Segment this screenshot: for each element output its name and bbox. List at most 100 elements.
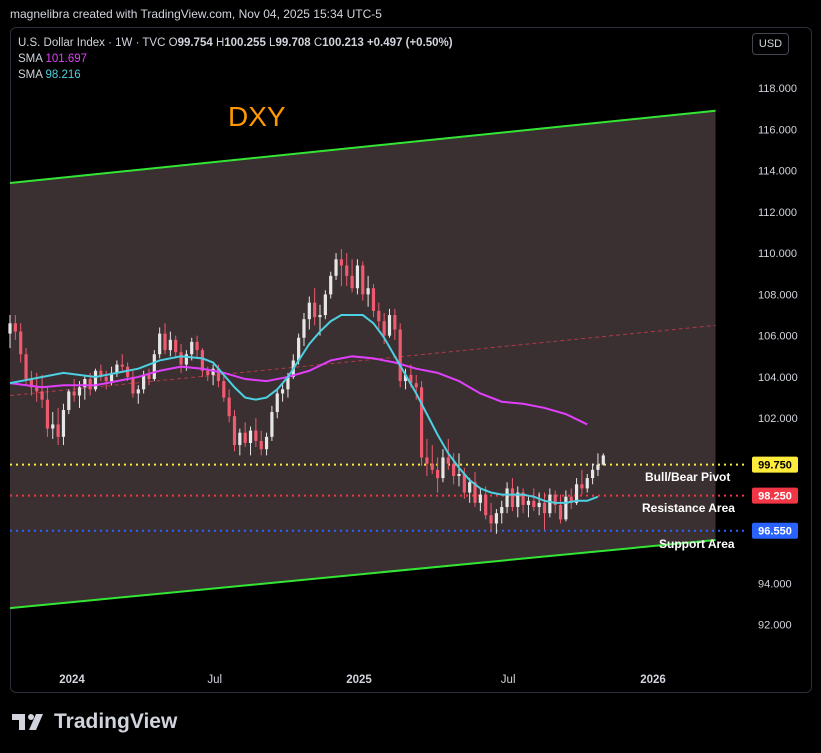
candle-body bbox=[232, 416, 237, 446]
level-name-2: Support Area bbox=[659, 537, 735, 551]
candle-body bbox=[452, 463, 456, 477]
candle-body bbox=[500, 506, 504, 514]
candle-body bbox=[398, 329, 402, 382]
candle-body bbox=[93, 370, 98, 390]
tradingview-logo[interactable]: TradingView bbox=[12, 710, 177, 734]
candle-body bbox=[361, 265, 365, 295]
candle-body bbox=[280, 389, 285, 394]
x-tick-label: 2024 bbox=[59, 674, 85, 686]
symbol-label: U.S. Dollar Index · 1W · TVC bbox=[18, 37, 166, 49]
candle-body bbox=[526, 500, 531, 505]
close-key: C bbox=[313, 37, 323, 49]
candle bbox=[398, 323, 402, 388]
candle-body bbox=[51, 424, 55, 429]
open-value: 99.754 bbox=[177, 37, 213, 49]
candle bbox=[419, 381, 424, 466]
candle-body bbox=[558, 504, 563, 520]
candle-body bbox=[238, 432, 242, 446]
candle-body bbox=[596, 464, 600, 470]
candle-body bbox=[580, 484, 584, 489]
y-tick-label: 102.000 bbox=[758, 413, 798, 425]
candle bbox=[323, 290, 327, 320]
candle-body bbox=[163, 333, 167, 351]
candle-body bbox=[537, 502, 541, 507]
high-value: 100.255 bbox=[224, 37, 266, 49]
price-badge-text-1: 98.250 bbox=[758, 491, 792, 503]
candle-body bbox=[8, 323, 12, 334]
candle-body bbox=[377, 310, 381, 322]
y-tick-label: 112.000 bbox=[758, 207, 797, 219]
channel-fill bbox=[10, 110, 716, 609]
candle-body bbox=[56, 424, 60, 437]
x-tick-label: Jul bbox=[207, 674, 222, 686]
x-tick-label: 2026 bbox=[640, 674, 666, 686]
candle-body bbox=[489, 515, 493, 524]
candle-body bbox=[222, 381, 226, 398]
change-value: +0.497 (+0.50%) bbox=[366, 37, 453, 49]
candle-body bbox=[270, 412, 274, 437]
candle-body bbox=[446, 457, 450, 464]
close-value: 100.213 bbox=[322, 37, 364, 49]
candle-body bbox=[350, 275, 354, 289]
candle-body bbox=[366, 288, 370, 295]
candle-body bbox=[254, 430, 258, 441]
level-name-0: Bull/Bear Pivot bbox=[645, 470, 730, 484]
candle-body bbox=[505, 488, 509, 507]
candle-body bbox=[323, 294, 327, 316]
candle-body bbox=[206, 370, 210, 375]
candle-body bbox=[371, 288, 376, 311]
candle-body bbox=[227, 397, 231, 417]
x-tick-label: 2025 bbox=[346, 674, 372, 686]
candle-body bbox=[382, 321, 386, 336]
candle-body bbox=[24, 354, 28, 380]
y-tick-label: 118.000 bbox=[758, 83, 797, 95]
y-tick-label: 106.000 bbox=[758, 331, 798, 343]
candle-body bbox=[275, 393, 279, 413]
candle-body bbox=[259, 440, 263, 450]
sma-long-value: 101.697 bbox=[45, 53, 88, 65]
candle bbox=[152, 350, 156, 382]
candle-body bbox=[40, 391, 44, 400]
candle-body bbox=[152, 354, 156, 380]
candle-body bbox=[35, 387, 39, 392]
candle-body bbox=[414, 383, 418, 388]
candle-body bbox=[591, 469, 595, 479]
y-tick-label: 110.000 bbox=[758, 248, 797, 260]
candle-body bbox=[585, 478, 589, 489]
candle-body bbox=[13, 323, 17, 332]
candle-body bbox=[318, 315, 322, 318]
candle-body bbox=[67, 391, 71, 410]
candle-body bbox=[307, 302, 311, 320]
candle-body bbox=[104, 376, 108, 382]
candle-body bbox=[61, 409, 66, 437]
candle-body bbox=[510, 488, 515, 507]
candle-body bbox=[264, 436, 269, 450]
candle-body bbox=[302, 319, 306, 338]
y-tick-label: 114.000 bbox=[758, 166, 797, 178]
candle-body bbox=[168, 339, 172, 351]
y-tick-label: 104.000 bbox=[758, 372, 798, 384]
candle-body bbox=[494, 513, 498, 524]
candle-body bbox=[147, 374, 151, 380]
x-tick-label: Jul bbox=[501, 674, 516, 686]
sma-short-label: SMA bbox=[18, 69, 43, 81]
legend-row-symbol: U.S. Dollar Index · 1W · TVC O99.754 H10… bbox=[18, 35, 453, 51]
y-tick-label: 116.000 bbox=[758, 124, 797, 136]
tradingview-icon bbox=[12, 714, 43, 730]
candle-body bbox=[548, 494, 552, 514]
candle-body bbox=[313, 302, 317, 318]
open-key: O bbox=[168, 37, 178, 49]
candle-body bbox=[468, 482, 472, 493]
dxy-chart[interactable]: Bull/Bear Pivot 99.750 Resistance Area 98.2… bbox=[0, 0, 821, 753]
candle-body bbox=[243, 432, 247, 444]
legend-row-sma-long[interactable]: SMA 101.697 bbox=[18, 51, 453, 67]
candle-body bbox=[601, 455, 605, 465]
candle-body bbox=[19, 331, 23, 355]
candle-body bbox=[564, 496, 568, 520]
candle-body bbox=[355, 265, 360, 289]
sma-long-label: SMA bbox=[18, 53, 43, 65]
candle-body bbox=[142, 374, 146, 390]
currency-button[interactable]: USD bbox=[752, 33, 789, 55]
candle-body bbox=[393, 315, 397, 330]
legend-row-sma-short[interactable]: SMA 98.216 bbox=[18, 67, 453, 83]
